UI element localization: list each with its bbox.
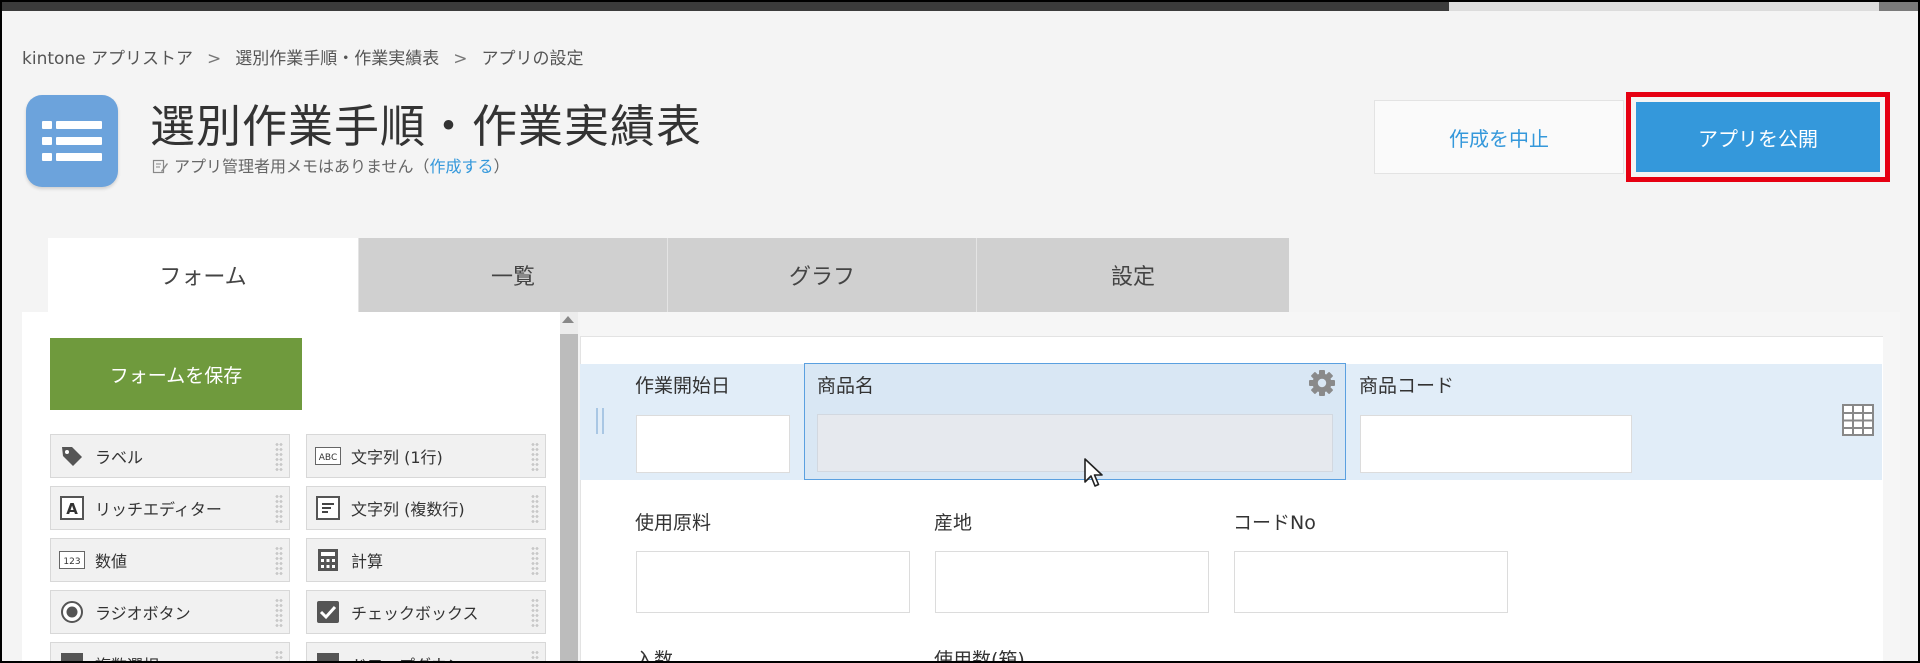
number-icon: 123 — [59, 547, 85, 573]
cancel-creation-button[interactable]: 作成を中止 — [1374, 100, 1624, 174]
origin-field[interactable] — [935, 551, 1209, 613]
drag-handle-icon[interactable] — [275, 598, 283, 628]
row-drag-handle-icon[interactable] — [596, 408, 604, 434]
drag-handle-icon[interactable] — [531, 598, 539, 628]
drag-handle-icon[interactable] — [531, 546, 539, 576]
palette-item-checkbox[interactable]: チェックボックス — [306, 590, 546, 634]
tab-graph[interactable]: グラフ — [667, 238, 976, 312]
screen-frame: kintone アプリストア > 選別作業手順・作業実績表 > アプリの設定 選別作業手… — [0, 0, 1920, 663]
field-label-origin: 産地 — [934, 512, 973, 534]
tag-icon — [59, 443, 85, 469]
tab-form[interactable]: フォーム — [48, 238, 358, 312]
gear-icon[interactable] — [1308, 369, 1336, 397]
field-label-product-code: 商品コード — [1359, 375, 1455, 397]
breadcrumb-item-appstore[interactable]: kintone アプリストア — [22, 44, 193, 69]
rich-editor-icon: A — [59, 495, 85, 521]
top-bar-segment — [1449, 2, 1879, 11]
breadcrumb-separator: > — [453, 49, 468, 69]
memo-text: アプリ管理者用メモはありません（ — [174, 157, 430, 176]
svg-text:123: 123 — [63, 557, 80, 567]
breadcrumb-item-app[interactable]: 選別作業手順・作業実績表 — [235, 44, 439, 69]
palette-item-single-line-text[interactable]: ABC 文字列 (1行) — [306, 434, 546, 478]
palette-item-text: 複数選択 — [95, 652, 159, 661]
product-name-input[interactable] — [817, 414, 1333, 472]
drag-handle-icon[interactable] — [531, 650, 539, 661]
palette-item-text: ラジオボタン — [95, 604, 191, 623]
checkbox-icon — [315, 599, 341, 625]
calculator-icon — [315, 547, 341, 573]
start-date-field[interactable] — [636, 415, 790, 473]
palette-item-text: 計算 — [351, 552, 384, 571]
palette-item-calculation[interactable]: 計算 — [306, 538, 546, 582]
drag-handle-icon[interactable] — [275, 442, 283, 472]
palette-item-dropdown[interactable]: ドロップダウン — [306, 642, 546, 661]
mouse-pointer-icon — [1084, 458, 1103, 487]
palette-item-text: ラベル — [95, 448, 144, 467]
drag-handle-icon[interactable] — [531, 494, 539, 524]
palette-item-text: 文字列 (1行) — [351, 448, 443, 467]
multiline-text-icon — [315, 495, 341, 521]
top-bar — [2, 2, 1449, 11]
palette-item-rich-editor[interactable]: A リッチエディター — [50, 486, 290, 530]
list-app-icon — [26, 95, 118, 187]
save-form-button[interactable]: フォームを保存 — [50, 338, 302, 410]
publish-app-button[interactable]: アプリを公開 — [1636, 102, 1880, 172]
admin-memo: アプリ管理者用メモはありません（作成する） — [152, 153, 510, 177]
palette-item-multi-select[interactable]: 複数選択 — [50, 642, 290, 661]
svg-text:ABC: ABC — [319, 453, 337, 463]
palette-item-number[interactable]: 123 数値 — [50, 538, 290, 582]
page-title: 選別作業手順・作業実績表 — [150, 100, 703, 153]
palette-item-text: 数値 — [95, 552, 128, 571]
breadcrumb: kintone アプリストア > 選別作業手順・作業実績表 > アプリの設定 — [22, 44, 584, 69]
drag-handle-icon[interactable] — [275, 546, 283, 576]
dropdown-icon — [315, 651, 341, 661]
table-icon[interactable] — [1842, 404, 1874, 436]
field-label-code-no: コードNo — [1233, 512, 1316, 534]
drag-handle-icon[interactable] — [531, 442, 539, 472]
field-label-raw-material: 使用原料 — [635, 512, 712, 534]
tab-list[interactable]: 一覧 — [358, 238, 667, 312]
svg-text:A: A — [66, 500, 78, 518]
breadcrumb-item-current: アプリの設定 — [481, 49, 584, 69]
palette-item-text: リッチエディター — [95, 500, 222, 519]
palette-item-radio[interactable]: ラジオボタン — [50, 590, 290, 634]
top-bar-segment — [1879, 2, 1918, 11]
field-label-boxes-used: 使用数(箱) — [934, 649, 1025, 663]
edit-note-icon — [152, 159, 168, 174]
palette-item-label[interactable]: ラベル — [50, 434, 290, 478]
product-code-field[interactable] — [1360, 415, 1632, 473]
breadcrumb-separator: > — [207, 49, 222, 69]
palette-item-text: ドロップダウン — [351, 652, 463, 661]
code-no-field[interactable] — [1234, 551, 1508, 613]
raw-material-field[interactable] — [636, 551, 910, 613]
field-label-start-date: 作業開始日 — [635, 375, 731, 397]
palette-scroll-thumb[interactable] — [560, 334, 578, 661]
palette-item-multi-line-text[interactable]: 文字列 (複数行) — [306, 486, 546, 530]
memo-text-close: ） — [493, 157, 510, 176]
drag-handle-icon[interactable] — [275, 650, 283, 661]
product-name-field-selected[interactable] — [804, 363, 1346, 480]
palette-item-text: 文字列 (複数行) — [351, 500, 465, 519]
abc-text-icon: ABC — [315, 443, 341, 469]
scroll-up-arrow-icon[interactable] — [562, 316, 574, 323]
palette-item-text: チェックボックス — [351, 604, 479, 623]
field-label-quantity: 入数 — [635, 649, 674, 663]
tab-settings[interactable]: 設定 — [976, 238, 1289, 312]
radio-icon — [59, 599, 85, 625]
field-label-product-name: 商品名 — [817, 375, 875, 397]
drag-handle-icon[interactable] — [275, 494, 283, 524]
create-memo-link[interactable]: 作成する — [430, 157, 494, 176]
multi-select-icon — [59, 651, 85, 661]
